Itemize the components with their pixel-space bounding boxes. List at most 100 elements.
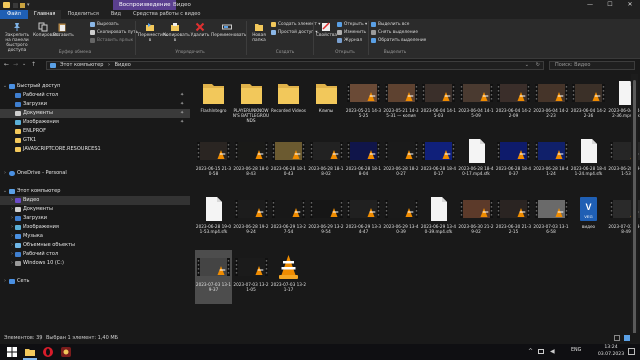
properties-quick-icon[interactable] <box>13 2 18 8</box>
search-input[interactable]: Поиск: Видео <box>549 61 635 70</box>
tab-file[interactable]: Файл <box>0 10 28 19</box>
paste-shortcut-button[interactable]: Вставить ярлык <box>90 38 133 43</box>
cut-button[interactable]: Вырезать <box>90 22 119 27</box>
nav-onedrive[interactable]: › OneDrive - Personal <box>0 169 190 178</box>
volume-tray-icon[interactable]: ◀ <box>550 348 555 355</box>
file-item[interactable]: 2023-06-29 13-40-39 <box>383 192 420 246</box>
nav-downloads[interactable]: Загрузки ✦ <box>0 100 190 109</box>
pin-icon[interactable]: ✦ <box>180 91 184 100</box>
breadcrumb-video[interactable]: Видео <box>115 62 131 68</box>
file-item[interactable]: 2023-06-04 14-22-09 <box>495 76 532 130</box>
language-indicator[interactable]: ENG <box>571 348 581 353</box>
file-item[interactable]: 2023-06-28 19-29-24 <box>233 192 270 246</box>
maximize-button[interactable]: ☐ <box>600 0 620 10</box>
up-arrow-icon[interactable]: ↑ <box>31 61 36 68</box>
nav-documents-pc[interactable]: › Документы <box>0 205 190 214</box>
nav-pictures-pc[interactable]: › Изображения <box>0 223 190 232</box>
file-item[interactable]: 2023-06-04 14-22-23 <box>533 76 570 130</box>
edit-button[interactable]: Изменить <box>337 30 366 35</box>
delete-button[interactable]: Удалить <box>190 22 210 38</box>
nav-video[interactable]: › Видео <box>0 196 190 205</box>
file-item[interactable]: 2023-06-28 18-08-43 <box>233 134 270 188</box>
large-icons-view-icon[interactable] <box>624 335 630 341</box>
address-bar[interactable]: Этот компьютер › Видео ⌄ ↻ <box>46 61 544 70</box>
file-item[interactable]: 2023-06-28 18-18-02 <box>308 134 345 188</box>
move-to-button[interactable]: Переместить в <box>138 22 168 43</box>
tray-chevron-icon[interactable]: ^ <box>528 348 533 355</box>
nav-3d-objects[interactable]: › Объемные объекты <box>0 241 190 250</box>
details-view-icon[interactable] <box>614 335 620 341</box>
file-item[interactable]: 2023-06-28 18-40-17.mp4.sfk <box>458 134 495 188</box>
context-tab-playback[interactable]: Воспроизведение <box>113 0 177 10</box>
file-item[interactable]: 2023-06-28 19-01-53.mp4.sfk <box>195 192 232 246</box>
address-dropdown-icon[interactable]: ⌄ <box>525 62 529 69</box>
tab-home[interactable]: Главная <box>27 10 62 19</box>
nav-gtk1[interactable]: GTK1 <box>0 136 190 145</box>
chevron-down-icon[interactable]: ⌄ <box>2 187 8 196</box>
file-item[interactable]: 2023-05-21 14-35-31 — копия <box>383 76 420 130</box>
file-item[interactable]: 2023-06-28 18-41-24 <box>533 134 570 188</box>
nav-desktop[interactable]: Рабочий стол ✦ <box>0 91 190 100</box>
file-item[interactable]: 2023-06-30 21-32-15 <box>495 192 532 246</box>
nav-downloads-pc[interactable]: › Загрузки <box>0 214 190 223</box>
nav-enlprof[interactable]: ENLPROF <box>0 127 190 136</box>
file-item[interactable]: 2023-06-04 14-15-09 <box>458 76 495 130</box>
paste-button[interactable]: Вставить <box>53 22 74 38</box>
file-item[interactable]: 2023-06-28 18-41-24.mp4.sfk <box>570 134 607 188</box>
notifications-icon[interactable] <box>628 348 635 355</box>
windows-start-icon[interactable] <box>6 346 18 358</box>
file-item[interactable]: 2023-06-29 13-34-47 <box>345 192 382 246</box>
invert-selection-button[interactable]: Обратить выделение <box>371 38 426 43</box>
file-item[interactable]: 2023-05-21 14-35-25 <box>345 76 382 130</box>
file-item[interactable]: FlashIntegro <box>195 76 232 130</box>
nav-documents[interactable]: Документы ✦ <box>0 109 190 118</box>
file-explorer-taskbar-icon[interactable] <box>24 346 36 358</box>
media-app-taskbar-icon[interactable] <box>60 346 72 358</box>
network-tray-icon[interactable] <box>538 349 544 354</box>
select-none-button[interactable]: Снять выделение <box>371 30 418 35</box>
open-button[interactable]: Открыть ▾ <box>337 22 367 27</box>
tab-video-tools[interactable]: Средства работы с видео <box>127 10 206 19</box>
back-arrow-icon[interactable]: ← <box>4 61 9 68</box>
clock[interactable]: 13:24 03.07.2023 <box>597 344 625 358</box>
chevron-right-icon[interactable]: › <box>2 169 8 178</box>
history-button[interactable]: Журнал <box>337 38 362 43</box>
properties-button[interactable]: Свойства <box>316 22 337 38</box>
file-item[interactable]: 2023-06-29 13-29-54 <box>308 192 345 246</box>
file-item[interactable]: 2023-06-28 18-40-37 <box>495 134 532 188</box>
vertical-scrollbar[interactable] <box>631 74 638 344</box>
file-item[interactable]: 2023-06-29 13-27-54 <box>270 192 307 246</box>
file-item[interactable]: PLAYERUNKNOWN'S BATTLEGROUNDS <box>233 76 270 130</box>
tab-share[interactable]: Поделиться <box>61 10 104 19</box>
file-item[interactable]: 2023-07-03 13-21-17 <box>270 250 307 304</box>
copy-path-button[interactable]: Скопировать путь <box>90 30 138 35</box>
rename-button[interactable]: Переименовать <box>211 22 247 38</box>
new-folder-button[interactable]: Новая папка <box>249 22 269 43</box>
copy-button[interactable]: Копировать <box>33 22 60 38</box>
file-item[interactable]: V VEG видео <box>570 192 607 246</box>
nav-quick-access[interactable]: ⌄ Быстрый доступ <box>0 82 190 91</box>
nav-desktop-pc[interactable]: › Рабочий стол <box>0 250 190 259</box>
chevron-down-icon[interactable]: ▾ <box>27 2 32 8</box>
pin-quick-access-button[interactable]: Закрепить на панели быстрого доступа <box>2 22 32 53</box>
scrollbar-thumb[interactable] <box>633 80 636 335</box>
file-item[interactable]: 2023-06-28 18-18-04 <box>345 134 382 188</box>
file-item[interactable]: Клипы <box>308 76 345 130</box>
pin-icon[interactable]: ✦ <box>180 109 184 118</box>
select-all-button[interactable]: Выделить все <box>371 22 409 27</box>
opera-taskbar-icon[interactable] <box>42 346 54 358</box>
recent-chevron-icon[interactable]: ⌄ <box>22 61 26 67</box>
breadcrumb-this-pc[interactable]: Этот компьютер <box>60 62 103 68</box>
file-item[interactable]: 2023-06-30 21-29-02 <box>458 192 495 246</box>
file-item[interactable]: 2023-06-29 13-40-39.mp4.sfk <box>420 192 457 246</box>
new-folder-quick-icon[interactable] <box>20 2 25 8</box>
tab-view[interactable]: Вид <box>105 10 127 19</box>
minimize-button[interactable]: — <box>580 0 600 10</box>
chevron-down-icon[interactable]: ⌄ <box>2 82 8 91</box>
file-item[interactable]: 2023-06-04 14-15-03 <box>420 76 457 130</box>
file-item[interactable]: 2023-06-04 14-22-36 <box>570 76 607 130</box>
easy-access-button[interactable]: Простой доступ ▾ <box>271 30 318 35</box>
file-item[interactable]: 2023-06-28 18-10-43 <box>270 134 307 188</box>
nav-pictures[interactable]: Изображения ✦ <box>0 118 190 127</box>
refresh-icon[interactable]: ↻ <box>536 62 540 69</box>
